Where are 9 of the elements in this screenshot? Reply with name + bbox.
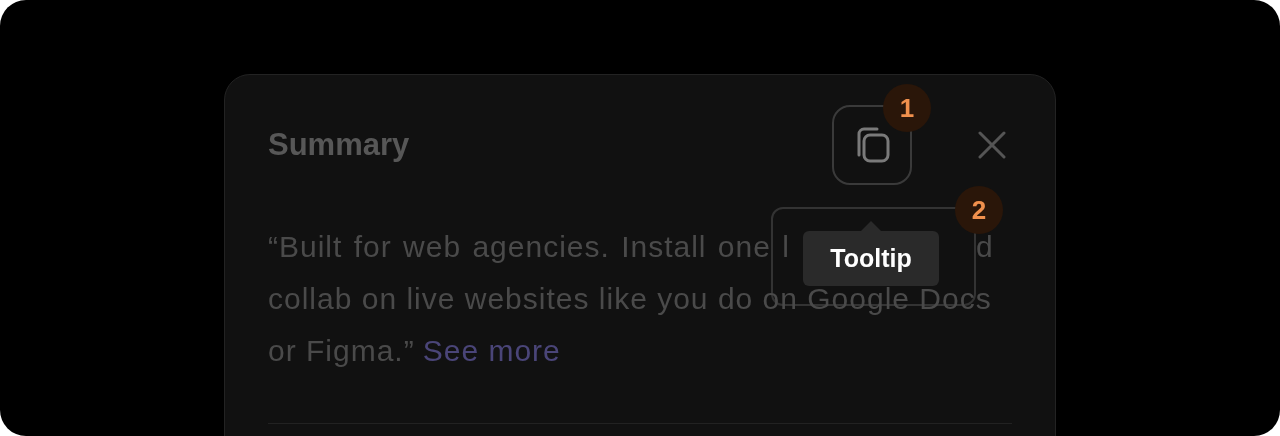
step-badge: 2 bbox=[955, 186, 1003, 234]
close-icon bbox=[978, 131, 1006, 159]
quote-text: or Figma.” bbox=[268, 333, 415, 369]
step-badge: 1 bbox=[883, 84, 931, 132]
see-more-link[interactable]: See more bbox=[422, 325, 561, 377]
close-button[interactable] bbox=[978, 131, 1006, 159]
card-title: Summary bbox=[268, 127, 411, 163]
quote-text: “Built for web agencies. Install one l bbox=[268, 229, 790, 265]
tooltip: Tooltip bbox=[803, 231, 939, 286]
